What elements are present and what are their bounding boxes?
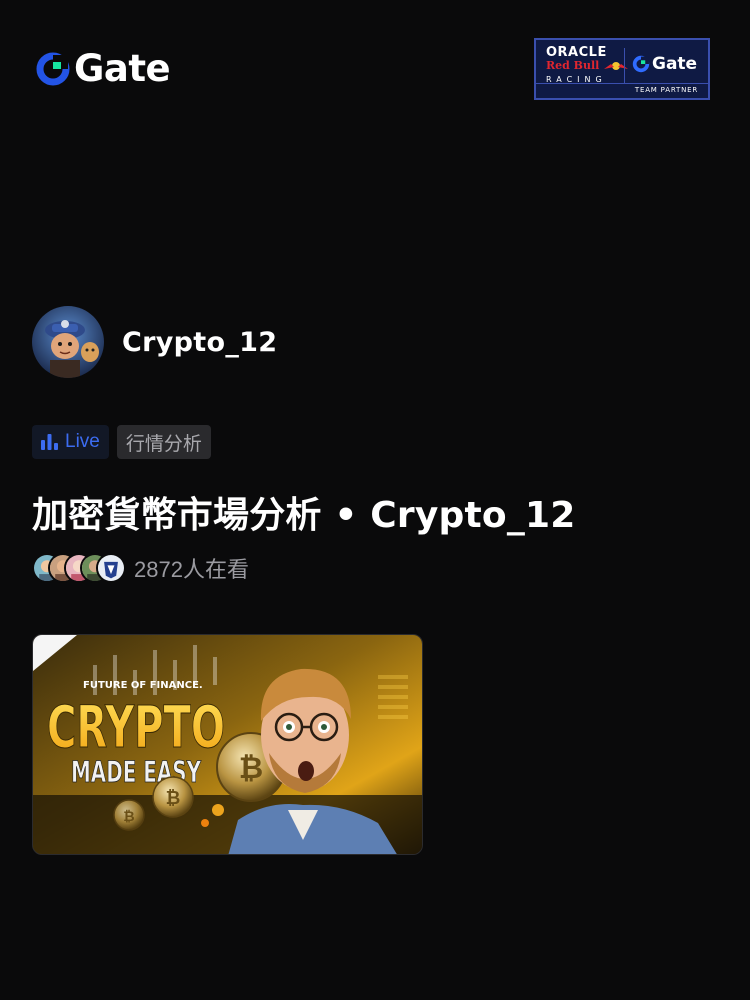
badge-divider bbox=[624, 48, 625, 84]
live-badge: Live bbox=[32, 425, 109, 459]
svg-text:₿: ₿ bbox=[166, 788, 181, 809]
stream-tags: Live 行情分析 bbox=[32, 425, 211, 459]
badge-gate-text: Gate bbox=[652, 54, 698, 74]
team-partner-label: TEAM PARTNER bbox=[536, 83, 708, 98]
red-bull-wordmark: Red Bull bbox=[546, 59, 629, 72]
viewer-info: 2872人在看 bbox=[32, 552, 249, 584]
red-bull-text: Red Bull bbox=[546, 59, 600, 72]
logo-text: Gate bbox=[74, 47, 171, 90]
viewer-avatar bbox=[96, 553, 126, 583]
svg-text:₿: ₿ bbox=[123, 809, 134, 825]
gate-logo-icon bbox=[36, 52, 70, 85]
stream-thumbnail[interactable]: FUTURE OF FINANCE. CRYPTO MADE EASY ₿ ₿ … bbox=[32, 634, 423, 855]
thumbnail-headline: CRYPTO bbox=[47, 693, 225, 761]
thumbnail-kicker: FUTURE OF FINANCE. bbox=[83, 680, 203, 691]
streamer-avatar[interactable] bbox=[32, 306, 104, 378]
svg-text:₿: ₿ bbox=[239, 751, 263, 786]
live-label: Live bbox=[65, 431, 100, 452]
streamer-profile[interactable]: Crypto_12 bbox=[32, 306, 277, 378]
category-label: 行情分析 bbox=[125, 433, 202, 455]
bitcoin-coin-icon: ₿ bbox=[113, 799, 145, 831]
bulls-icon bbox=[604, 61, 629, 70]
stream-title: 加密貨幣市場分析 • Crypto_12 bbox=[32, 495, 576, 536]
oracle-wordmark: ORACLE bbox=[546, 45, 607, 60]
bar-chart-icon bbox=[41, 434, 58, 450]
thumbnail-image: FUTURE OF FINANCE. CRYPTO MADE EASY ₿ ₿ … bbox=[33, 635, 422, 854]
category-tag[interactable]: 行情分析 bbox=[116, 425, 211, 459]
streamer-name[interactable]: Crypto_12 bbox=[122, 327, 277, 358]
badge-gate-logo: Gate bbox=[632, 54, 697, 74]
viewer-avatar-stack bbox=[32, 552, 128, 584]
viewer-count: 2872人在看 bbox=[134, 557, 249, 582]
bitcoin-coin-icon: ₿ bbox=[152, 776, 194, 818]
oracle-red-bull-partner-badge: ORACLE Red Bull RACING Gate TEAM PARTNER bbox=[534, 38, 710, 100]
gate-logo[interactable]: Gate bbox=[36, 47, 171, 90]
gate-logo-small-icon bbox=[632, 55, 650, 73]
